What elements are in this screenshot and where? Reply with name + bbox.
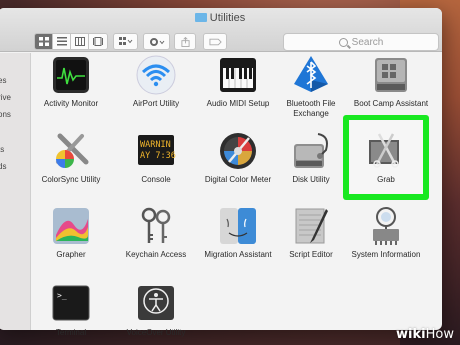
- action-button[interactable]: [143, 33, 170, 50]
- app-bluetooth-file-exchange[interactable]: Bluetooth File Exchange: [270, 54, 352, 119]
- hard-drive-icon: [370, 54, 412, 96]
- app-boot-camp-assistant[interactable]: Boot Camp Assistant: [350, 54, 432, 109]
- app-label: Activity Monitor: [43, 99, 99, 108]
- view-mode-group: [34, 33, 108, 50]
- gallery-view-button[interactable]: [89, 34, 107, 49]
- app-label: Terminal: [55, 328, 87, 337]
- share-icon: [180, 36, 190, 47]
- color-meter-icon: [217, 130, 259, 172]
- keys-icon: [135, 205, 177, 247]
- app-digital-color-meter[interactable]: Digital Color Meter: [197, 130, 279, 185]
- sidebar-item[interactable]: es: [0, 76, 6, 85]
- tags-button[interactable]: [203, 33, 227, 50]
- app-label: Console: [141, 175, 171, 184]
- app-terminal[interactable]: >_ Terminal: [30, 283, 112, 338]
- grab-scissors-icon: [365, 130, 407, 172]
- column-view-button[interactable]: [71, 34, 89, 49]
- app-activity-monitor[interactable]: Activity Monitor: [30, 54, 112, 109]
- svg-text:AY 7:36: AY 7:36: [140, 151, 176, 161]
- sidebar-item[interactable]: ons: [0, 110, 11, 119]
- gallery-icon: [93, 37, 103, 46]
- app-label: ColorSync Utility: [41, 175, 101, 184]
- sidebar-item[interactable]: ds: [0, 162, 6, 171]
- app-label: Bluetooth File Exchange: [286, 99, 336, 118]
- app-grab[interactable]: Grab: [345, 130, 427, 185]
- app-migration-assistant[interactable]: Migration Assistant: [197, 205, 279, 260]
- app-label: Audio MIDI Setup: [206, 99, 270, 108]
- columns-icon: [74, 37, 85, 46]
- app-label: AirPort Utility: [132, 99, 180, 108]
- app-label: Grab: [377, 175, 395, 184]
- share-button[interactable]: [174, 33, 196, 50]
- disk-stethoscope-icon: [290, 130, 332, 172]
- app-voiceover-utility[interactable]: VoiceOver Utility: [115, 283, 197, 338]
- app-airport-utility[interactable]: AirPort Utility: [115, 54, 197, 109]
- gear-icon: [149, 37, 164, 46]
- sidebar-item[interactable]: ts: [0, 145, 4, 154]
- tag-icon: [208, 38, 222, 45]
- app-system-information[interactable]: System Information: [345, 205, 427, 260]
- script-editor-icon: [290, 205, 332, 247]
- wikihow-watermark: wikiHow: [396, 327, 454, 342]
- app-label: Script Editor: [289, 250, 333, 259]
- colorsync-wrench-icon: [50, 130, 92, 172]
- app-label: Boot Camp Assistant: [353, 99, 429, 108]
- window-titlebar: Utilities Search: [0, 8, 442, 52]
- folder-icon: [194, 13, 207, 22]
- wifi-icon: [135, 54, 177, 96]
- icon-view-button[interactable]: [35, 34, 53, 49]
- console-icon: WARNIN AY 7:36: [135, 130, 177, 172]
- list-view-button[interactable]: [53, 34, 71, 49]
- activity-monitor-icon: [50, 54, 92, 96]
- svg-text:>_: >_: [57, 291, 67, 300]
- terminal-icon: >_: [50, 283, 92, 325]
- app-grapher[interactable]: Grapher: [30, 205, 112, 260]
- app-colorsync-utility[interactable]: ColorSync Utility: [30, 130, 112, 185]
- app-label: Keychain Access: [125, 250, 187, 259]
- voiceover-accessibility-icon: [135, 283, 177, 325]
- piano-keyboard-icon: [217, 54, 259, 96]
- app-label: VoiceOver Utility: [126, 328, 186, 337]
- bluetooth-icon: [290, 54, 332, 96]
- list-icon: [56, 37, 67, 46]
- grid-icon: [38, 37, 49, 46]
- grapher-icon: [50, 205, 92, 247]
- search-input[interactable]: Search: [283, 33, 439, 51]
- svg-text:WARNIN: WARNIN: [140, 140, 171, 150]
- app-console[interactable]: WARNIN AY 7:36 Console: [115, 130, 197, 185]
- app-script-editor[interactable]: Script Editor: [270, 205, 352, 260]
- app-label: Digital Color Meter: [204, 175, 272, 184]
- app-keychain-access[interactable]: Keychain Access: [115, 205, 197, 260]
- app-label: Grapher: [56, 250, 86, 259]
- sidebar-item[interactable]: rive: [0, 93, 11, 102]
- arrange-icon: [118, 37, 132, 45]
- app-disk-utility[interactable]: Disk Utility: [270, 130, 352, 185]
- app-label: Migration Assistant: [204, 250, 272, 259]
- search-icon: [338, 37, 348, 47]
- app-label: Disk Utility: [292, 175, 330, 184]
- arrange-button[interactable]: [113, 33, 138, 50]
- system-information-icon: [365, 205, 407, 247]
- app-label: System Information: [351, 250, 421, 259]
- sidebar: es rive ons ts ds: [0, 53, 31, 330]
- app-audio-midi-setup[interactable]: Audio MIDI Setup: [197, 54, 279, 109]
- migration-assistant-icon: [217, 205, 259, 247]
- window-title: Utilities: [0, 12, 442, 24]
